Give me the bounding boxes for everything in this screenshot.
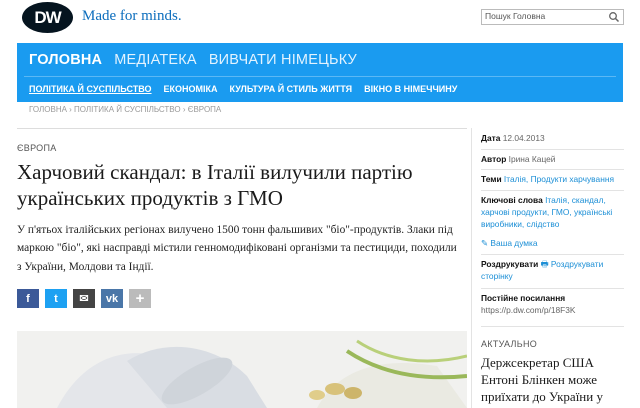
print-label: Роздрукувати [481, 259, 539, 269]
nav-media[interactable]: МЕДІАТЕКА [114, 52, 197, 68]
breadcrumb: ГОЛОВНА › ПОЛІТИКА Й СУСПІЛЬСТВО › ЄВРОП… [29, 105, 222, 114]
current-label: АКТУАЛЬНО [481, 339, 538, 349]
breadcrumb-politics[interactable]: ПОЛІТИКА Й СУСПІЛЬСТВО [74, 105, 181, 114]
author-row: Автор Ірина Кацей [481, 154, 556, 166]
breadcrumb-home[interactable]: ГОЛОВНА [29, 105, 67, 114]
topics-row: Теми Італія, Продукти харчування [481, 174, 614, 186]
subnav-germany[interactable]: ВІКНО В НІМЕЧЧИНУ [364, 84, 457, 94]
feedback-link[interactable]: Ваша думка [490, 238, 537, 248]
search-input[interactable]: Пошук Головна [481, 9, 624, 25]
author-value: Ірина Кацей [508, 154, 556, 164]
feedback-icon[interactable]: ✎ [481, 238, 488, 248]
article-lead: У п'ятьох італійських регіонах вилучено … [17, 224, 457, 273]
article-kicker[interactable]: ЄВРОПА [17, 143, 57, 153]
permalink-label: Постійне посилання [481, 293, 566, 303]
nav-divider [24, 76, 616, 77]
article-title: Харчовий скандал: в Італії вилучили парт… [17, 160, 413, 210]
subnav-culture[interactable]: КУЛЬТУРА Й СТИЛЬ ЖИТТЯ [230, 84, 353, 94]
content-divider [17, 128, 467, 129]
date-value: 12.04.2013 [502, 133, 545, 143]
more-share-button[interactable]: + [129, 289, 151, 308]
current-headline[interactable]: Держсекретар США Ентоні Блінкен може при… [481, 355, 631, 406]
keywords-row: Ключові слова Італія, скандал, харчові п… [481, 195, 624, 230]
sidebar-divider [481, 326, 624, 327]
facebook-share-button[interactable]: f [17, 289, 39, 308]
subnav-economy[interactable]: ЕКОНОМІКА [164, 84, 218, 94]
topics-label: Теми [481, 174, 502, 184]
top-bar: DW Made for minds. Пошук Головна [0, 0, 640, 40]
twitter-share-button[interactable]: t [45, 289, 67, 308]
sidebar-divider [481, 254, 624, 255]
feedback-row: ✎ Ваша думка [481, 238, 538, 250]
print-row: Роздрукувати 🖶 Роздрукувати сторінку [481, 259, 624, 283]
tagline: Made for minds. [82, 8, 182, 24]
share-bar: f t ✉ vk + [17, 289, 151, 308]
permalink-value[interactable]: https://p.dw.com/p/18F3K [481, 305, 576, 315]
nav-learn-german[interactable]: ВИВЧАТИ НІМЕЦЬКУ [209, 52, 357, 68]
sidebar-divider [481, 288, 624, 289]
search-placeholder: Пошук Головна [485, 11, 546, 21]
email-share-button[interactable]: ✉ [73, 289, 95, 308]
nav-home[interactable]: ГОЛОВНА [29, 52, 102, 68]
author-label: Автор [481, 154, 507, 164]
search-icon[interactable] [608, 11, 620, 23]
print-icon[interactable]: 🖶 [541, 259, 549, 269]
article-photo [17, 331, 467, 408]
date-label: Дата [481, 133, 501, 143]
column-divider [471, 128, 472, 408]
keywords-label: Ключові слова [481, 195, 543, 205]
subnav-politics[interactable]: ПОЛІТИКА Й СУСПІЛЬСТВО [29, 84, 152, 94]
date-row: Дата 12.04.2013 [481, 133, 545, 145]
sidebar-divider [481, 149, 624, 150]
sidebar-divider [481, 190, 624, 191]
vk-share-button[interactable]: vk [101, 289, 123, 308]
breadcrumb-europe[interactable]: ЄВРОПА [188, 105, 222, 114]
sidebar-divider [481, 169, 624, 170]
permalink-row: Постійне посилання https://p.dw.com/p/18… [481, 293, 576, 317]
dw-logo[interactable]: DW [22, 2, 73, 33]
topics-links[interactable]: Італія, Продукти харчування [504, 174, 614, 184]
main-navigation: ГОЛОВНА МЕДІАТЕКА ВИВЧАТИ НІМЕЦЬКУ ПОЛІТ… [17, 43, 623, 102]
